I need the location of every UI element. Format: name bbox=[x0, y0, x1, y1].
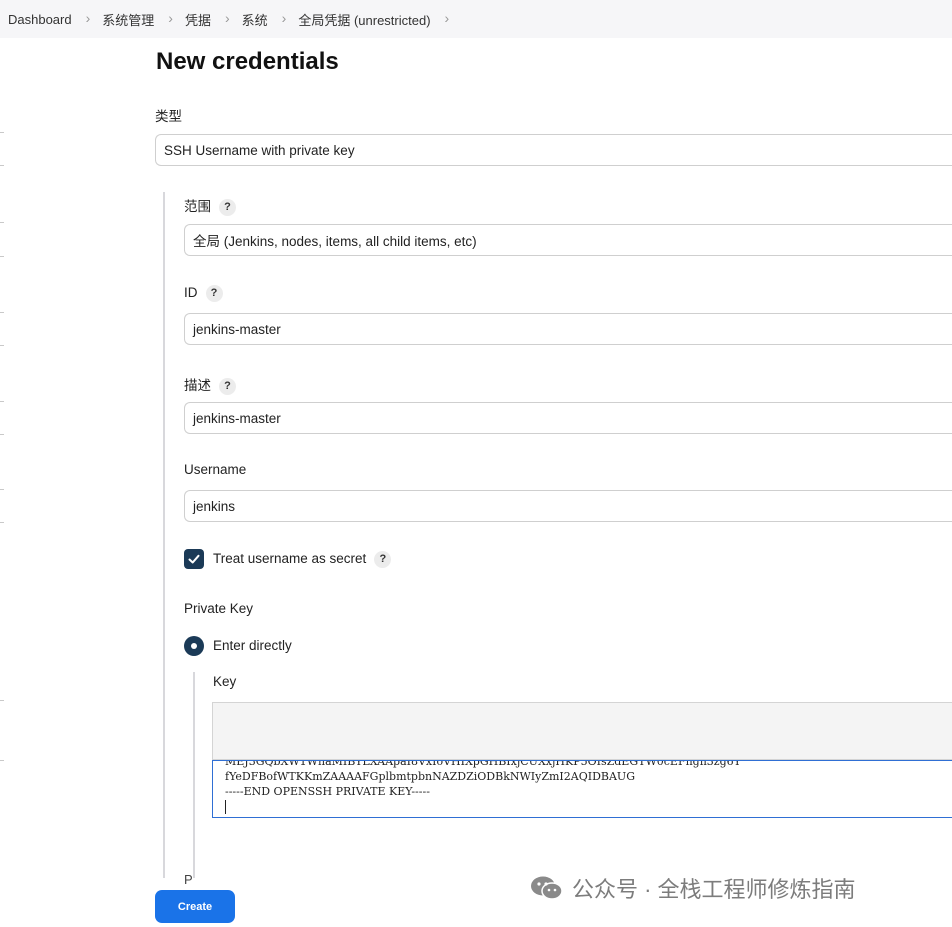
scope-select[interactable]: 全局 (Jenkins, nodes, items, all child ite… bbox=[184, 224, 952, 256]
key-textarea-toolbar bbox=[212, 702, 952, 760]
watermark: 公众号 · 全栈工程师修炼指南 bbox=[530, 872, 856, 904]
kind-select[interactable]: SSH Username with private key bbox=[155, 134, 952, 166]
treat-secret-label: Treat username as secret? bbox=[213, 551, 392, 568]
chevron-right-icon: › bbox=[444, 10, 450, 26]
help-icon[interactable]: ? bbox=[219, 378, 236, 395]
key-textarea[interactable]: MEJ3GQbXW1WhaMIBYLXAApaI8VxIoVHIXpGHBIxj… bbox=[212, 760, 952, 818]
radio-selected-dot bbox=[191, 643, 197, 649]
gutter-tick bbox=[0, 222, 4, 223]
chevron-right-icon: › bbox=[168, 10, 173, 26]
gutter-tick bbox=[0, 165, 4, 166]
id-label: ID? bbox=[184, 285, 223, 302]
scope-select-value: 全局 (Jenkins, nodes, items, all child ite… bbox=[193, 234, 477, 249]
private-key-label: Private Key bbox=[184, 601, 254, 616]
help-icon[interactable]: ? bbox=[219, 199, 236, 216]
breadcrumb: Dashboard › 系统管理 › 凭据 › 系统 › 全局凭据 (unres… bbox=[0, 0, 952, 38]
chevron-right-icon: › bbox=[224, 10, 230, 26]
chevron-right-icon: › bbox=[85, 10, 91, 26]
key-line: fYeDFBofWTKKmZAAAAFGplbmtpbnNAZDZiODBkNW… bbox=[225, 770, 635, 783]
gutter-tick bbox=[0, 434, 4, 435]
help-icon[interactable]: ? bbox=[205, 285, 223, 302]
key-line: -----END OPENSSH PRIVATE KEY----- bbox=[225, 785, 430, 798]
treat-secret-checkbox[interactable] bbox=[184, 549, 204, 569]
gutter-tick bbox=[0, 760, 4, 761]
username-input-value: jenkins bbox=[193, 498, 236, 514]
wechat-icon bbox=[531, 876, 563, 900]
breadcrumb-dashboard[interactable]: Dashboard bbox=[8, 12, 72, 27]
key-indent-line bbox=[193, 672, 195, 878]
text-caret bbox=[225, 800, 226, 814]
page-title: New credentials bbox=[156, 48, 339, 75]
id-input-value: jenkins-master bbox=[193, 321, 281, 337]
partial-field-label: P bbox=[184, 872, 193, 887]
gutter-tick bbox=[0, 132, 4, 133]
description-input-value: jenkins-master bbox=[193, 410, 281, 426]
description-label: 描述? bbox=[184, 374, 236, 395]
breadcrumb-global-domain[interactable]: 全局凭据 (unrestricted) bbox=[298, 10, 430, 29]
key-label: Key bbox=[213, 674, 237, 689]
gutter-tick bbox=[0, 489, 4, 490]
section-indent-line bbox=[163, 192, 165, 878]
help-icon[interactable]: ? bbox=[374, 551, 392, 568]
enter-directly-label: Enter directly bbox=[213, 638, 292, 653]
gutter-tick bbox=[0, 522, 4, 523]
username-input[interactable]: jenkins bbox=[184, 490, 952, 522]
username-label: Username bbox=[184, 462, 247, 477]
gutter-tick bbox=[0, 256, 4, 257]
gutter-tick bbox=[0, 345, 4, 346]
id-input[interactable]: jenkins-master bbox=[184, 313, 952, 345]
enter-directly-radio[interactable] bbox=[184, 636, 204, 656]
scope-label: 范围? bbox=[184, 195, 236, 216]
breadcrumb-credentials[interactable]: 凭据 bbox=[185, 10, 211, 29]
gutter-tick bbox=[0, 312, 4, 313]
chevron-right-icon: › bbox=[281, 10, 287, 26]
kind-label: 类型 bbox=[155, 109, 182, 124]
kind-select-value: SSH Username with private key bbox=[164, 142, 355, 158]
watermark-text: 公众号 · 全栈工程师修炼指南 bbox=[572, 877, 856, 902]
description-input[interactable]: jenkins-master bbox=[184, 402, 952, 434]
key-line: MEJ3GQbXW1WhaMIBYLXAApaI8VxIoVHIXpGHBIxj… bbox=[225, 760, 741, 768]
breadcrumb-manage[interactable]: 系统管理 bbox=[102, 10, 154, 29]
check-icon bbox=[188, 554, 200, 564]
create-button[interactable]: Create bbox=[155, 890, 235, 923]
gutter-tick bbox=[0, 401, 4, 402]
gutter-tick bbox=[0, 700, 4, 701]
breadcrumb-system[interactable]: 系统 bbox=[242, 10, 268, 29]
